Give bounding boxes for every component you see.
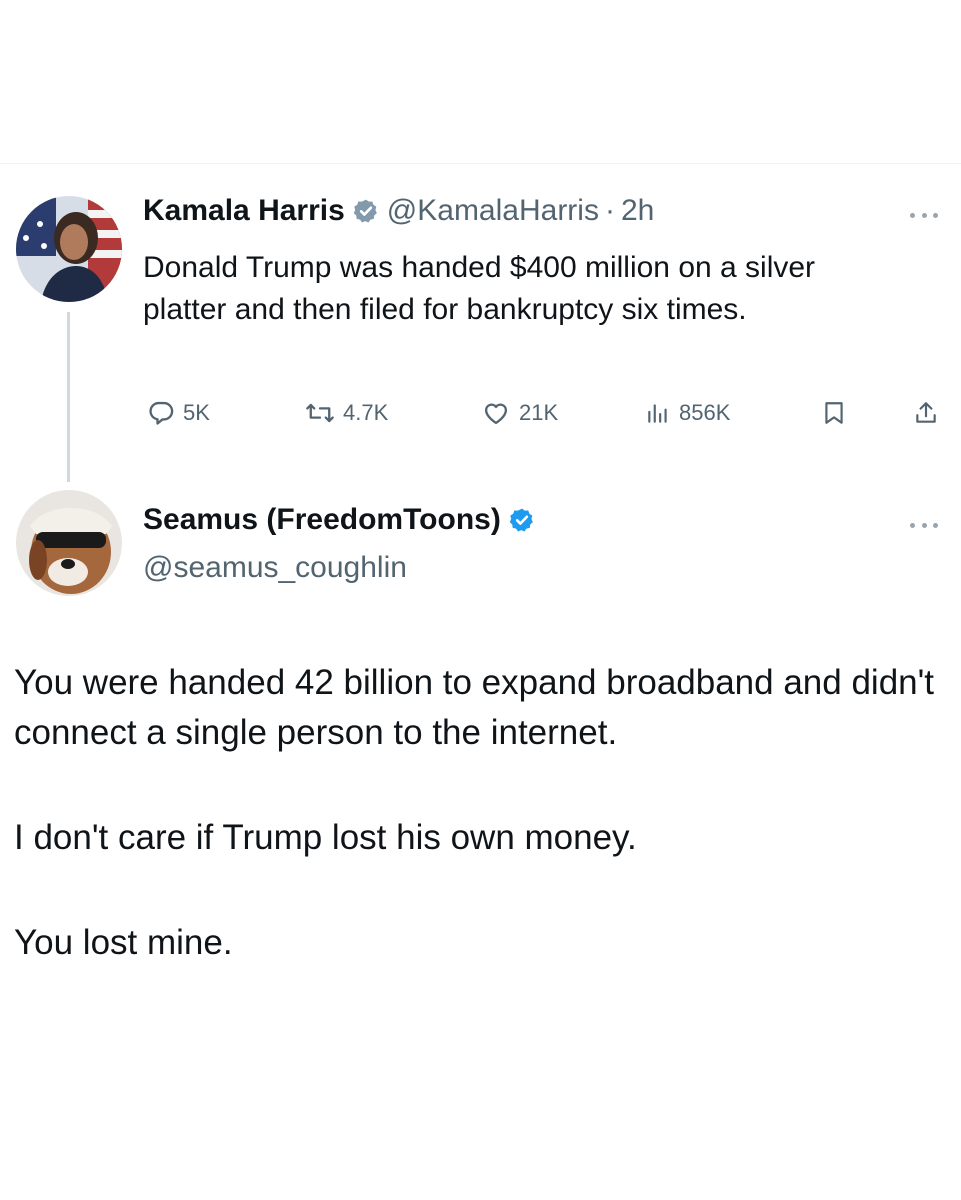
author-name[interactable]: Kamala Harris [143,194,345,228]
like-button[interactable]: 21K [481,393,558,433]
verified-badge-icon [509,507,535,533]
avatar-seamus[interactable] [16,490,122,596]
verified-badge-icon [353,198,379,224]
views-count: 856K [679,400,731,425]
reply-paragraph: I don't care if Trump lost his own money… [14,818,637,857]
repost-icon [305,399,335,427]
tweet-text: Donald Trump was handed $400 million on … [143,251,816,326]
author-handle[interactable]: @KamalaHarris [387,194,599,228]
views-chart-icon [645,399,671,427]
repost-count: 4.7K [343,400,389,425]
more-options-icon[interactable] [910,210,938,220]
tweet-action-bar: 5K 4.7K 21K 856K [143,393,948,433]
reply-button[interactable]: 5K [147,393,210,433]
repost-button[interactable]: 4.7K [305,393,388,433]
bookmark-button[interactable] [821,393,847,433]
avatar-kamala-harris[interactable] [16,196,122,302]
reply-author-handle[interactable]: @seamus_coughlin [143,551,407,585]
tweet-header: Kamala Harris @KamalaHarris · 2h [143,194,654,228]
top-divider [0,163,961,164]
reply-header: Seamus (FreedomToons) [143,503,543,537]
thread-connector-line [67,312,70,482]
share-icon [913,399,939,427]
reply-author-name[interactable]: Seamus (FreedomToons) [143,503,501,537]
more-options-icon[interactable] [910,520,938,530]
reply-paragraph: You lost mine. [14,923,233,962]
bookmark-icon [821,399,847,427]
views-button[interactable]: 856K [645,393,730,433]
like-count: 21K [519,400,559,425]
reply-paragraph: You were handed 42 billion to expand bro… [14,663,935,752]
heart-icon [481,399,511,427]
tweet-timestamp[interactable]: 2h [621,194,654,228]
reply-text: You were handed 42 billion to expand bro… [14,658,949,1023]
share-button[interactable] [913,393,939,433]
reply-count: 5K [183,400,210,425]
separator-dot: · [604,194,615,227]
reply-icon [147,399,175,427]
